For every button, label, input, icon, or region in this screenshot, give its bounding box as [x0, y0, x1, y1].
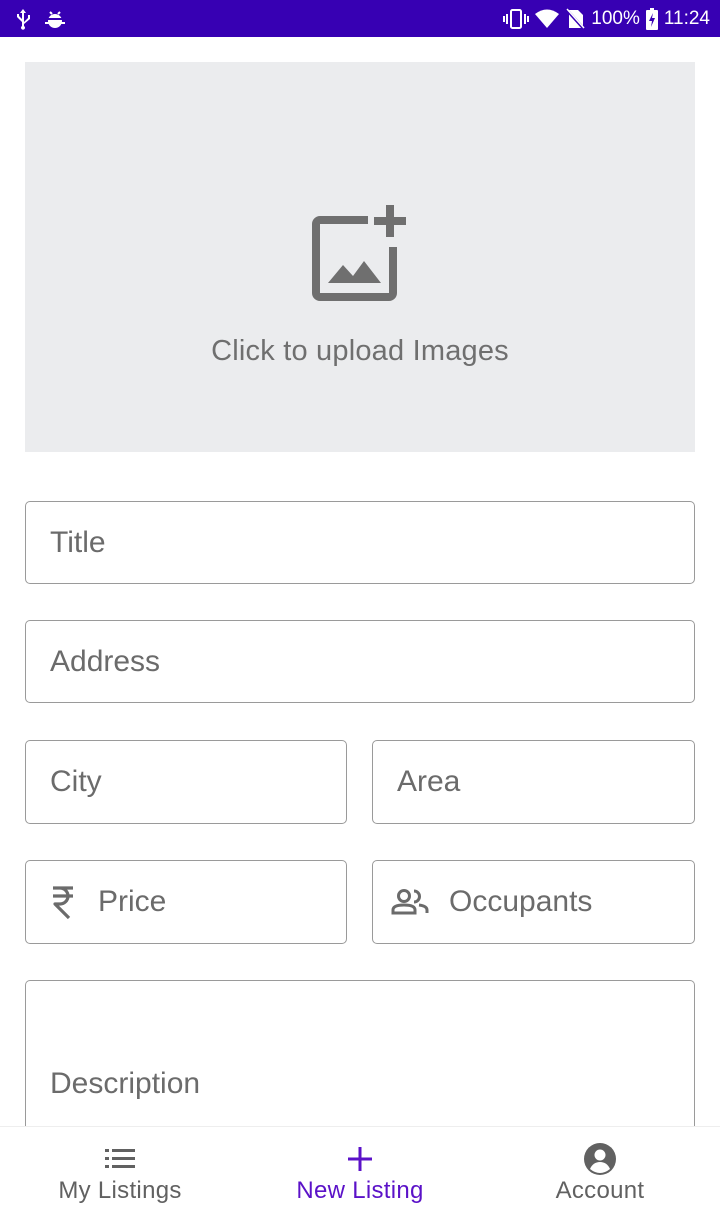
account-circle-icon: [584, 1143, 616, 1175]
description-placeholder: Description: [50, 1067, 201, 1100]
nav-label-my-listings: My Listings: [58, 1177, 182, 1204]
address-input[interactable]: Address: [25, 620, 695, 703]
debug-bug-icon: [44, 9, 66, 29]
wifi-icon: [535, 9, 560, 29]
list-icon: [105, 1144, 135, 1174]
nav-label-new-listing: New Listing: [296, 1177, 424, 1204]
price-placeholder: Price: [98, 885, 167, 918]
price-input[interactable]: Price: [25, 860, 347, 944]
rupee-icon: [50, 885, 76, 919]
status-bar-left: [14, 8, 66, 30]
title-placeholder: Title: [50, 525, 106, 559]
status-bar-right: 100% 11:24: [503, 7, 710, 30]
no-sim-icon: [565, 7, 586, 30]
city-input[interactable]: City: [25, 740, 347, 824]
title-input[interactable]: Title: [25, 501, 695, 584]
usb-icon: [14, 8, 32, 30]
plus-icon: [347, 1144, 373, 1174]
occupants-input[interactable]: Occupants: [372, 860, 695, 944]
occupants-placeholder: Occupants: [449, 885, 593, 918]
address-placeholder: Address: [50, 644, 161, 678]
nav-label-account: Account: [555, 1177, 645, 1204]
city-placeholder: City: [50, 765, 102, 798]
status-time: 11:24: [663, 7, 710, 29]
description-input[interactable]: Description: [25, 980, 695, 1150]
battery-percent: 100%: [591, 7, 640, 29]
area-input[interactable]: Area: [372, 740, 695, 824]
area-placeholder: Area: [397, 765, 461, 798]
nav-item-account[interactable]: Account: [480, 1127, 720, 1214]
image-upload-area[interactable]: Click to upload Images: [25, 62, 695, 452]
battery-icon: [645, 7, 658, 30]
status-bar: 100% 11:24: [0, 0, 720, 37]
vibrate-icon: [503, 8, 530, 30]
add-photo-icon: [310, 205, 410, 305]
nav-item-new-listing[interactable]: New Listing: [240, 1127, 480, 1214]
nav-item-my-listings[interactable]: My Listings: [0, 1127, 240, 1214]
people-icon: [391, 889, 429, 915]
upload-label: Click to upload Images: [211, 335, 509, 367]
bottom-navigation: My Listings New Listing Account: [0, 1126, 720, 1214]
